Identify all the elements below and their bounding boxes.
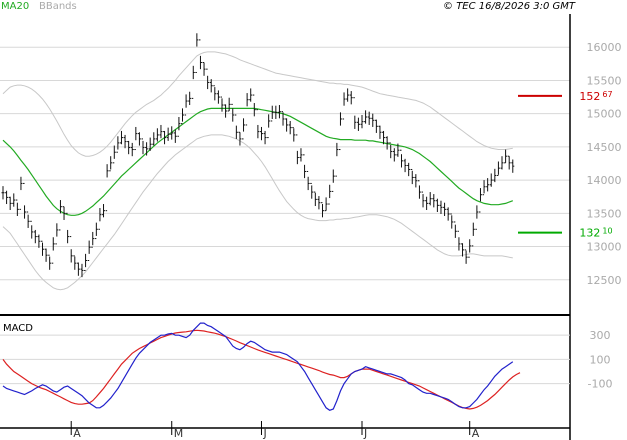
macd-y-tick-label: 100 (590, 353, 611, 366)
stock-chart: 12500 13000 13500 14000 14500 15000 15500 16000… (0, 0, 627, 440)
x-axis-month-label: J (363, 427, 367, 440)
macd-y-tick-label: -100 (588, 378, 613, 391)
price-y-tick-label: 15000 (587, 108, 622, 121)
target-label-main: 132 (579, 227, 600, 240)
copyright-label: © TEC 16/8/2026 3:0 GMT (443, 1, 576, 12)
price-y-tick-label: 15500 (587, 74, 622, 87)
x-axis-month-label: M (174, 427, 184, 440)
price-y-tick-label: 14000 (587, 174, 622, 187)
price-y-tick-label: 13500 (587, 207, 622, 220)
ma20-legend-label: MA20 (1, 1, 29, 12)
bbands-legend-label: BBands (39, 1, 77, 12)
x-axis-month-label: A (472, 427, 480, 440)
price-y-tick-label: 13000 (587, 241, 622, 254)
price-y-tick-label: 12500 (587, 274, 622, 287)
target-label-sub: 67 (602, 90, 612, 99)
price-y-tick-label: 16000 (587, 41, 622, 54)
macd-y-tick-label: 300 (590, 329, 611, 342)
macd-title: MACD (3, 323, 33, 334)
target-label-sub: 10 (602, 227, 612, 236)
price-y-tick-label: 14500 (587, 141, 622, 154)
x-axis-month-label: J (262, 427, 266, 440)
x-axis-month-label: A (73, 427, 81, 440)
macd-y-axis: 300 100 -100 (588, 329, 613, 390)
target-label-main: 152 (579, 90, 600, 103)
